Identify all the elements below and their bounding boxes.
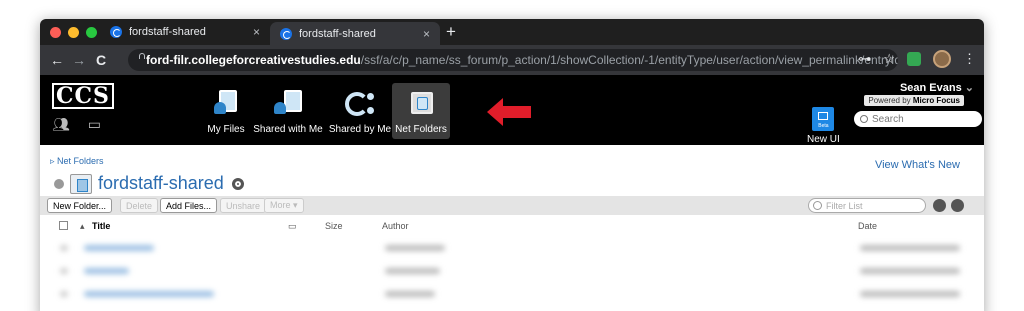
ccs-logo[interactable]: CCS [52, 83, 114, 109]
bookmark-star-icon[interactable]: ☆ [883, 51, 895, 67]
browser-toolbar: ← → C ford-filr.collegeforcreativestudie… [40, 45, 984, 75]
column-date[interactable]: Date [858, 221, 877, 231]
back-button[interactable]: ← [46, 52, 68, 68]
people-icon[interactable]: 👥︎ [52, 116, 70, 133]
maximize-window-button[interactable] [86, 27, 97, 38]
select-all-checkbox[interactable] [59, 221, 68, 230]
shared-by-me-icon [345, 90, 375, 118]
view-whats-new-link[interactable]: View What's New [875, 159, 960, 171]
close-tab-icon[interactable]: × [423, 27, 430, 41]
user-menu[interactable]: Sean Evans ⌄ [900, 81, 974, 94]
action-toolbar: New Folder... Delete Add Files... Unshar… [40, 196, 984, 215]
search-input[interactable]: Search [854, 111, 982, 127]
nav-my-files[interactable]: My Files [196, 83, 256, 139]
table-row[interactable] [40, 237, 984, 260]
page-title: fordstaff-shared [98, 173, 224, 193]
search-placeholder: Search [872, 113, 904, 125]
close-tab-icon[interactable]: × [253, 25, 260, 39]
url-host: ford-filr.collegeforcreativestudies.edu [146, 53, 361, 67]
content-area: ▹ Net Folders View What's New fordstaff-… [40, 145, 984, 311]
window-controls [50, 27, 97, 38]
table-row[interactable] [40, 260, 984, 283]
address-bar[interactable]: ford-filr.collegeforcreativestudies.edu /… [128, 49, 898, 71]
beta-badge: Beta [818, 123, 829, 129]
nav-shared-by-me[interactable]: Shared by Me [324, 83, 396, 139]
filr-favicon-icon [110, 26, 122, 38]
breadcrumb-label: Net Folders [57, 156, 104, 166]
powered-by-prefix: Powered by [868, 96, 911, 105]
browser-tab-2[interactable]: fordstaff-shared × [270, 22, 440, 45]
chevron-down-icon: ⌄ [964, 82, 974, 94]
nav-label: Net Folders [395, 124, 447, 135]
gear-icon[interactable] [231, 177, 244, 190]
tab-title: fordstaff-shared [129, 26, 206, 38]
tab-title: fordstaff-shared [299, 27, 376, 40]
close-window-button[interactable] [50, 27, 61, 38]
column-title[interactable]: Title [92, 221, 110, 231]
add-files-button[interactable]: Add Files... [160, 198, 218, 213]
tab-strip: fordstaff-shared × fordstaff-shared × + [40, 19, 984, 45]
powered-by-brand: Micro Focus [912, 96, 960, 105]
my-files-icon [211, 90, 241, 118]
new-ui-icon: Beta [812, 107, 835, 131]
shared-with-me-icon [273, 90, 303, 118]
nav-label: Shared by Me [328, 124, 392, 135]
folder-header: fordstaff-shared [54, 173, 244, 194]
forward-button[interactable]: → [68, 52, 90, 68]
app-header: CCS 👥︎ ▭ My Files Shared with Me Shared … [40, 75, 984, 145]
list-options-gear-icon[interactable] [951, 199, 964, 212]
red-arrow-annotation [487, 98, 531, 126]
delete-button[interactable]: Delete [120, 198, 159, 213]
filter-icon [813, 201, 822, 210]
nav-label: Shared with Me [253, 124, 323, 135]
header-small-icons: 👥︎ ▭ [52, 116, 101, 133]
filr-favicon-icon [280, 27, 292, 40]
filter-list-input[interactable]: Filter List [808, 198, 926, 213]
table-row[interactable] [40, 283, 984, 306]
nav-shared-with-me[interactable]: Shared with Me [248, 83, 328, 139]
reload-button[interactable]: C [90, 52, 112, 68]
profile-avatar[interactable] [933, 50, 951, 68]
column-author[interactable]: Author [382, 221, 409, 231]
toolbar-icons: ⊶ ☆ ⋮ [858, 50, 976, 68]
filter-placeholder: Filter List [826, 200, 863, 211]
filter-go-button[interactable] [933, 199, 946, 212]
file-list [40, 237, 984, 306]
user-name: Sean Evans [899, 82, 962, 94]
minimize-window-button[interactable] [68, 27, 79, 38]
new-folder-button[interactable]: New Folder... [47, 198, 113, 213]
more-button[interactable]: More ▾ [264, 198, 304, 213]
new-ui-button[interactable]: Beta New UI [807, 107, 840, 145]
unshare-button[interactable]: Unshare [220, 198, 267, 213]
extension-icon[interactable] [907, 52, 921, 66]
nav-net-folders[interactable]: Net Folders [392, 83, 450, 139]
key-icon[interactable]: ⊶ [858, 51, 871, 67]
comment-icon[interactable]: ▭ [88, 116, 101, 133]
url-path: /ssf/a/c/p_name/ss_forum/p_action/1/show… [360, 53, 898, 67]
column-size[interactable]: Size [325, 221, 343, 231]
search-icon [860, 115, 868, 123]
breadcrumb[interactable]: ▹ Net Folders [50, 156, 104, 167]
sort-ascending-icon[interactable]: ▴ [80, 221, 85, 232]
powered-by-badge: Powered by Micro Focus [864, 95, 964, 106]
net-folder-icon [70, 173, 92, 194]
nav-label: My Files [207, 124, 245, 135]
browser-tab-1[interactable]: fordstaff-shared × [100, 19, 270, 45]
column-header: ▴ Title ▭ Size Author Date [40, 217, 984, 235]
menu-icon[interactable]: ⋮ [963, 51, 976, 67]
comment-column-icon: ▭ [288, 221, 297, 231]
browser-window: fordstaff-shared × fordstaff-shared × + … [40, 19, 984, 311]
net-folders-icon [406, 90, 436, 118]
new-ui-label: New UI [807, 134, 840, 145]
new-tab-button[interactable]: + [446, 22, 456, 42]
expand-icon[interactable] [54, 178, 64, 189]
